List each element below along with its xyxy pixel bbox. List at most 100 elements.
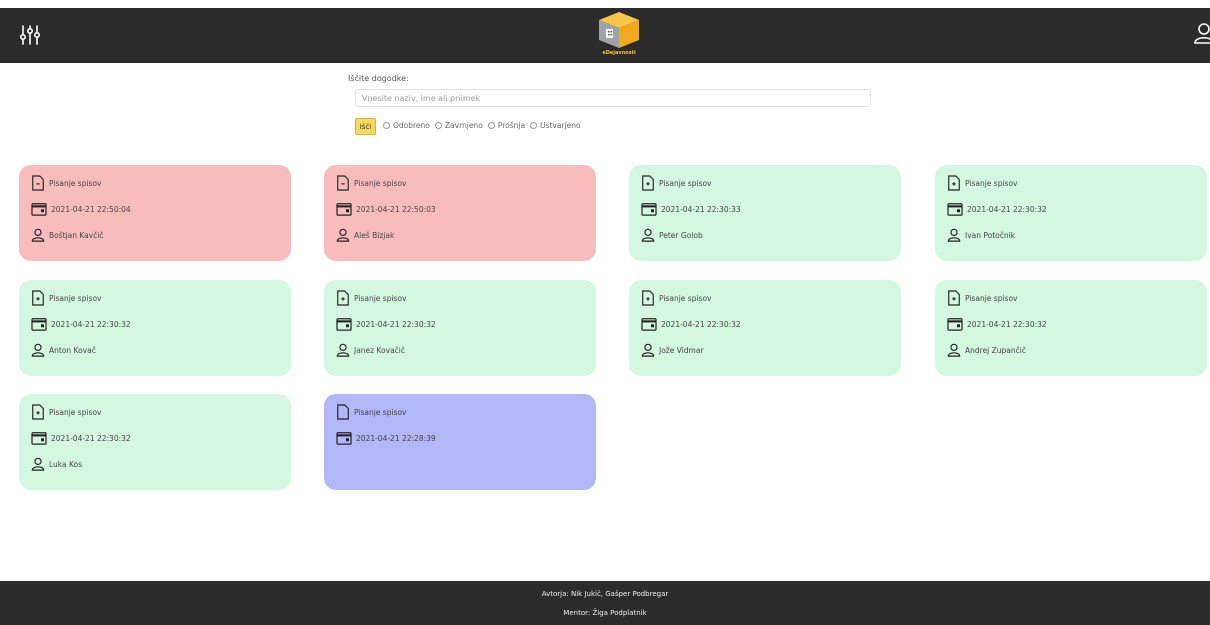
event-card[interactable]: Pisanje spisov 2021-04-21 22:30:32 Anton K…	[19, 280, 291, 376]
document-plus-icon	[32, 290, 44, 306]
calendar-icon	[947, 203, 963, 216]
event-title-row: Pisanje spisov	[336, 175, 406, 191]
event-datetime-row: 2021-04-21 22:30:32	[31, 431, 131, 445]
event-card[interactable]: Pisanje spisov 2021-04-21 22:30:33 Peter G…	[629, 165, 901, 261]
event-card[interactable]: Pisanje spisov 2021-04-21 22:30:32 Janez K…	[324, 280, 596, 376]
event-datetime: 2021-04-21 22:30:32	[356, 319, 436, 329]
filter-label: Odobreno	[393, 121, 430, 130]
document-icon	[337, 404, 349, 420]
event-datetime-row: 2021-04-21 22:30:32	[947, 317, 1047, 331]
event-datetime-row: 2021-04-21 22:30:32	[947, 202, 1047, 216]
person-icon	[641, 343, 655, 357]
event-person-row: Boštjan Kavčič	[31, 228, 104, 242]
event-datetime: 2021-04-21 22:28:39	[356, 433, 436, 443]
event-title-row: Pisanje spisov	[641, 175, 711, 191]
event-title-row: Pisanje spisov	[31, 404, 101, 420]
event-person: Ivan Potočnik	[965, 230, 1016, 240]
logo-cube-icon	[599, 12, 639, 48]
footer: Avtorja: Nik Jukič, Gašper Podbregar Men…	[0, 581, 1210, 625]
event-title-row: Pisanje spisov	[336, 404, 406, 420]
event-card[interactable]: Pisanje spisov 2021-04-21 22:30:32 Ivan Po…	[935, 165, 1207, 261]
event-person: Aleš Bizjak	[354, 230, 395, 240]
event-datetime: 2021-04-21 22:50:03	[356, 204, 436, 214]
event-person-row: Anton Kovač	[31, 343, 96, 357]
event-card[interactable]: Pisanje spisov 2021-04-21 22:50:03 Aleš Bi…	[324, 165, 596, 261]
filter-label: Zavrnjeno	[444, 121, 483, 130]
event-title: Pisanje spisov	[354, 293, 407, 303]
event-person-row: Andrej Zupančič	[947, 343, 1026, 357]
search-input[interactable]	[355, 89, 871, 107]
calendar-icon	[31, 318, 47, 331]
event-person-row: Aleš Bizjak	[336, 228, 394, 242]
document-plus-icon	[642, 290, 654, 306]
document-minus-icon	[337, 175, 349, 191]
person-icon	[336, 228, 350, 242]
event-card[interactable]: Pisanje spisov 2021-04-21 22:30:32 Luka Ko…	[19, 394, 291, 490]
event-person-row: Ivan Potočnik	[947, 228, 1015, 242]
event-title-row: Pisanje spisov	[31, 175, 101, 191]
event-title: Pisanje spisov	[659, 293, 712, 303]
event-datetime-row: 2021-04-21 22:30:32	[31, 317, 131, 331]
event-title: Pisanje spisov	[49, 293, 102, 303]
calendar-icon	[336, 318, 352, 331]
event-title-row: Pisanje spisov	[947, 175, 1017, 191]
person-icon	[31, 228, 45, 242]
event-datetime-row: 2021-04-21 22:30:33	[641, 202, 741, 216]
event-title: Pisanje spisov	[354, 407, 407, 417]
event-datetime: 2021-04-21 22:30:32	[51, 433, 131, 443]
footer-authors: Avtorja: Nik Jukič, Gašper Podbregar	[541, 590, 669, 598]
document-minus-icon	[32, 175, 44, 191]
footer-mentor: Mentor: Žiga Podplatnik	[563, 609, 647, 617]
search-button[interactable]: Išči	[355, 118, 376, 135]
event-card[interactable]: Pisanje spisov 2021-04-21 22:30:32 Andrej …	[935, 280, 1207, 376]
calendar-icon	[31, 432, 47, 445]
document-plus-icon	[32, 404, 44, 420]
person-icon	[31, 343, 45, 357]
person-icon	[31, 457, 45, 471]
event-person-row: Peter Golob	[641, 228, 703, 242]
event-card[interactable]: Pisanje spisov 2021-04-21 22:30:32 Jože Vi…	[629, 280, 901, 376]
logo-text: eDejavnosti	[602, 50, 636, 56]
calendar-icon	[336, 432, 352, 445]
event-title-row: Pisanje spisov	[641, 290, 711, 306]
event-datetime: 2021-04-21 22:30:32	[661, 319, 741, 329]
event-person: Luka Kos	[49, 459, 83, 469]
filter-request[interactable]: Prošnja	[487, 121, 525, 130]
sliders-icon[interactable]	[19, 23, 41, 47]
event-datetime: 2021-04-21 22:30:32	[967, 319, 1047, 329]
radio-icon[interactable]	[383, 122, 390, 129]
event-title: Pisanje spisov	[965, 178, 1018, 188]
app-logo[interactable]: eDejavnosti	[595, 10, 643, 60]
filter-approved[interactable]: Odobreno	[383, 121, 430, 130]
filter-rejected[interactable]: Zavrnjeno	[434, 121, 483, 130]
radio-icon[interactable]	[434, 122, 442, 129]
radio-icon[interactable]	[530, 122, 538, 129]
document-plus-icon	[948, 175, 960, 191]
event-title: Pisanje spisov	[49, 178, 102, 188]
event-title-row: Pisanje spisov	[336, 290, 406, 306]
event-person: Anton Kovač	[49, 345, 96, 355]
calendar-icon	[641, 203, 657, 216]
event-datetime-row: 2021-04-21 22:28:39	[336, 431, 436, 445]
event-datetime-row: 2021-04-21 22:30:32	[641, 317, 741, 331]
event-person: Jože Vidmar	[659, 345, 704, 355]
status-filter-group: Odobreno Zavrnjeno Prošnja Ustvarjeno	[383, 121, 581, 130]
event-title-row: Pisanje spisov	[31, 290, 101, 306]
event-person: Boštjan Kavčič	[49, 230, 104, 240]
calendar-icon	[947, 318, 963, 331]
event-card[interactable]: Pisanje spisov 2021-04-21 22:50:04 Boštjan…	[19, 165, 291, 261]
event-person: Janez Kovačič	[354, 345, 405, 355]
radio-icon[interactable]	[487, 122, 495, 129]
top-navbar: eDejavnosti	[0, 8, 1210, 63]
document-plus-icon	[642, 175, 654, 191]
calendar-icon	[641, 318, 657, 331]
event-card[interactable]: Pisanje spisov 2021-04-21 22:28:39	[324, 394, 596, 490]
event-datetime-row: 2021-04-21 22:30:32	[336, 317, 436, 331]
user-icon[interactable]	[1193, 21, 1210, 45]
filter-created[interactable]: Ustvarjeno	[530, 121, 581, 130]
calendar-icon	[336, 203, 352, 216]
event-person: Peter Golob	[659, 230, 703, 240]
document-plus-icon	[948, 290, 960, 306]
event-datetime: 2021-04-21 22:30:32	[51, 319, 131, 329]
event-title: Pisanje spisov	[49, 407, 102, 417]
